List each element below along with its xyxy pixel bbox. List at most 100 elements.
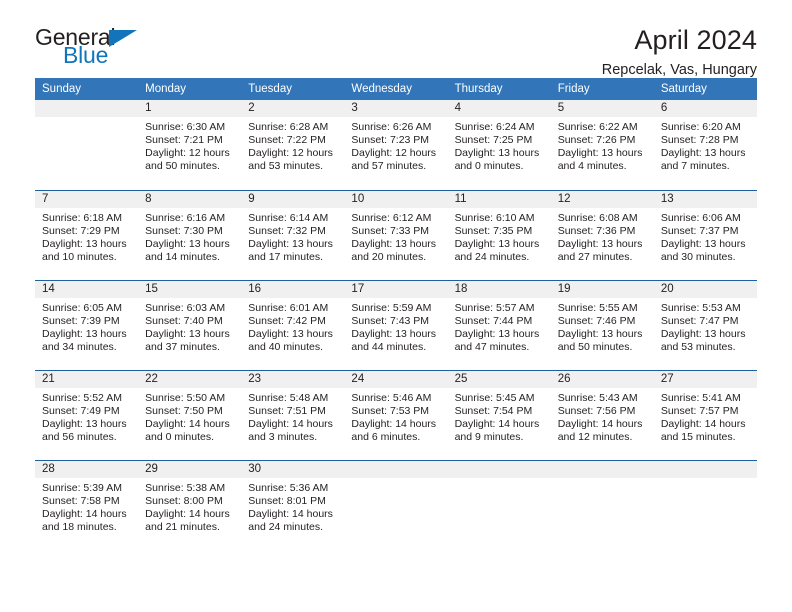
day-cell-inner: 20 Sunrise: 5:53 AM Sunset: 7:47 PM Dayligh… [653, 280, 757, 369]
day-details: Sunrise: 5:55 AM Sunset: 7:46 PM Daylight:… [551, 298, 654, 354]
sunrise-time: Sunrise: 6:30 AM [145, 121, 226, 133]
calendar-day-cell[interactable]: 1 Sunrise: 6:30 AM Sunset: 7:21 PM Daylight… [138, 100, 242, 190]
sunrise-time: Sunrise: 6:14 AM [248, 211, 329, 224]
day-cell-inner: 7 Sunrise: 6:18 AM Sunset: 7:29 PM Daylight… [35, 190, 139, 279]
daylight-duration-line1: Daylight: 14 hours [145, 417, 230, 430]
daylight-duration-line2: and 50 minutes. [557, 340, 633, 353]
calendar-day-cell[interactable]: 20 Sunrise: 5:53 AM Sunset: 7:47 PM Dayligh… [653, 279, 757, 370]
daylight-duration-line1: Daylight: 13 hours [660, 327, 746, 340]
calendar-day-cell[interactable]: 2 Sunrise: 6:28 AM Sunset: 7:22 PM Daylight… [241, 100, 345, 190]
day-number: 16 [241, 280, 345, 298]
calendar-day-cell[interactable]: 4 Sunrise: 6:24 AM Sunset: 7:25 PM Daylight… [447, 100, 551, 190]
sunset-time: Sunset: 7:42 PM [248, 314, 326, 327]
day-cell-inner: 25 Sunrise: 5:45 AM Sunset: 7:54 PM Dayligh… [447, 370, 551, 459]
calendar-day-cell[interactable]: 18 Sunrise: 5:57 AM Sunset: 7:44 PM Dayligh… [447, 279, 551, 370]
calendar-day-cell-empty [550, 459, 654, 550]
day-details [551, 478, 654, 482]
day-number: 11 [447, 190, 551, 208]
calendar-day-cell[interactable]: 24 Sunrise: 5:46 AM Sunset: 7:53 PM Dayligh… [344, 369, 448, 460]
sunrise-time: Sunrise: 5:45 AM [454, 391, 535, 404]
day-cell-inner: 19 Sunrise: 5:55 AM Sunset: 7:46 PM Dayligh… [550, 280, 654, 369]
calendar-day-cell[interactable]: 6 Sunrise: 6:20 AM Sunset: 7:28 PM Daylight… [653, 100, 757, 190]
day-cell-inner [344, 460, 448, 549]
sunrise-time: Sunrise: 6:16 AM [145, 211, 226, 224]
calendar-day-cell[interactable]: 16 Sunrise: 6:01 AM Sunset: 7:42 PM Dayligh… [241, 279, 345, 370]
calendar-page: General Blue April 2024 Repcelak, Vas, H… [0, 0, 792, 612]
daylight-duration-line2: and 37 minutes. [145, 340, 220, 353]
sunset-time: Sunset: 8:01 PM [248, 494, 326, 507]
calendar-day-cell[interactable]: 14 Sunrise: 6:05 AM Sunset: 7:39 PM Dayligh… [35, 279, 139, 370]
day-cell-inner: 13 Sunrise: 6:06 AM Sunset: 7:37 PM Dayligh… [653, 190, 757, 279]
day-cell-inner: 1 Sunrise: 6:30 AM Sunset: 7:21 PM Daylight… [138, 100, 242, 188]
calendar-day-cell[interactable]: 23 Sunrise: 5:48 AM Sunset: 7:51 PM Dayligh… [241, 369, 345, 460]
sunset-time: Sunset: 7:21 PM [145, 134, 223, 147]
day-details: Sunrise: 5:41 AM Sunset: 7:57 PM Daylight:… [654, 388, 757, 444]
page-subtitle: Repcelak, Vas, Hungary [601, 62, 757, 79]
calendar-day-cell[interactable]: 7 Sunrise: 6:18 AM Sunset: 7:29 PM Daylight… [35, 189, 139, 280]
calendar-day-cell[interactable]: 27 Sunrise: 5:41 AM Sunset: 7:57 PM Dayligh… [653, 369, 757, 460]
sunset-time: Sunset: 7:33 PM [351, 224, 430, 237]
daylight-duration-line2: and 14 minutes. [145, 250, 220, 263]
daylight-duration-line2: and 50 minutes. [145, 160, 220, 173]
sunrise-time: Sunrise: 6:20 AM [660, 121, 741, 133]
day-number: 27 [653, 370, 757, 388]
daylight-duration-line2: and 56 minutes. [42, 430, 117, 443]
calendar-week-row: 1 Sunrise: 6:30 AM Sunset: 7:21 PM Daylight… [35, 100, 757, 190]
daylight-duration-line1: Daylight: 13 hours [42, 417, 127, 430]
calendar-day-cell[interactable]: 5 Sunrise: 6:22 AM Sunset: 7:26 PM Daylight… [550, 100, 654, 190]
day-details: Sunrise: 5:59 AM Sunset: 7:43 PM Daylight:… [344, 298, 447, 354]
calendar-day-cell[interactable]: 12 Sunrise: 6:08 AM Sunset: 7:36 PM Dayligh… [550, 189, 654, 280]
sunset-time: Sunset: 7:43 PM [351, 314, 430, 327]
calendar-day-cell[interactable]: 3 Sunrise: 6:26 AM Sunset: 7:23 PM Daylight… [344, 100, 448, 190]
sunrise-time: Sunrise: 6:28 AM [248, 121, 329, 133]
daylight-duration-line2: and 27 minutes. [557, 250, 633, 263]
day-number: 4 [447, 100, 551, 117]
calendar-day-cell[interactable]: 25 Sunrise: 5:45 AM Sunset: 7:54 PM Dayligh… [447, 369, 551, 460]
daylight-duration-line1: Daylight: 13 hours [660, 147, 746, 160]
calendar-day-cell[interactable]: 10 Sunrise: 6:12 AM Sunset: 7:33 PM Dayligh… [344, 189, 448, 280]
calendar-day-cell[interactable]: 19 Sunrise: 5:55 AM Sunset: 7:46 PM Dayligh… [550, 279, 654, 370]
sunset-time: Sunset: 7:51 PM [248, 404, 326, 417]
general-blue-logo[interactable]: General Blue [35, 26, 150, 74]
sunrise-time: Sunrise: 5:48 AM [248, 391, 329, 404]
calendar-day-cell[interactable]: 17 Sunrise: 5:59 AM Sunset: 7:43 PM Dayligh… [344, 279, 448, 370]
day-cell-inner: 29 Sunrise: 5:38 AM Sunset: 8:00 PM Dayligh… [138, 460, 242, 549]
weekday-header-thursday: Thursday [447, 78, 551, 100]
daylight-duration-line2: and 53 minutes. [660, 340, 736, 353]
page-title: April 2024 [634, 25, 757, 55]
calendar-day-cell[interactable]: 13 Sunrise: 6:06 AM Sunset: 7:37 PM Dayligh… [653, 189, 757, 280]
calendar-day-cell[interactable]: 28 Sunrise: 5:39 AM Sunset: 7:58 PM Dayligh… [35, 459, 139, 550]
calendar-week-row: 21 Sunrise: 5:52 AM Sunset: 7:49 PM Dayligh… [35, 369, 757, 460]
day-number: 6 [653, 100, 757, 117]
day-number: 26 [550, 370, 654, 388]
calendar-day-cell[interactable]: 29 Sunrise: 5:38 AM Sunset: 8:00 PM Dayligh… [138, 459, 242, 550]
day-cell-inner: 14 Sunrise: 6:05 AM Sunset: 7:39 PM Dayligh… [35, 280, 139, 369]
daylight-duration-line1: Daylight: 13 hours [557, 147, 643, 160]
daylight-duration-line2: and 18 minutes. [42, 520, 117, 533]
calendar-day-cell[interactable]: 8 Sunrise: 6:16 AM Sunset: 7:30 PM Daylight… [138, 189, 242, 280]
daylight-duration-line2: and 24 minutes. [454, 250, 530, 263]
daylight-duration-line1: Daylight: 14 hours [248, 507, 333, 520]
day-number: 29 [138, 460, 242, 478]
daylight-duration-line1: Daylight: 13 hours [660, 237, 746, 250]
daylight-duration-line1: Daylight: 13 hours [454, 327, 540, 340]
calendar-day-cell-empty [447, 459, 551, 550]
day-number: 5 [550, 100, 654, 117]
sunrise-time: Sunrise: 5:36 AM [248, 481, 329, 494]
calendar-day-cell[interactable]: 9 Sunrise: 6:14 AM Sunset: 7:32 PM Daylight… [241, 189, 345, 280]
sunrise-time: Sunrise: 5:46 AM [351, 391, 432, 404]
calendar-day-cell[interactable]: 11 Sunrise: 6:10 AM Sunset: 7:35 PM Dayligh… [447, 189, 551, 280]
calendar-day-cell[interactable]: 22 Sunrise: 5:50 AM Sunset: 7:50 PM Dayligh… [138, 369, 242, 460]
day-cell-inner: 15 Sunrise: 6:03 AM Sunset: 7:40 PM Dayligh… [138, 280, 242, 369]
calendar-day-cell[interactable]: 15 Sunrise: 6:03 AM Sunset: 7:40 PM Dayligh… [138, 279, 242, 370]
daylight-duration-line2: and 53 minutes. [248, 160, 323, 173]
day-number [35, 100, 139, 117]
calendar-day-cell[interactable]: 26 Sunrise: 5:43 AM Sunset: 7:56 PM Dayligh… [550, 369, 654, 460]
daylight-duration-line2: and 17 minutes. [248, 250, 323, 263]
sunset-time: Sunset: 7:32 PM [248, 224, 326, 237]
calendar-day-cell[interactable]: 30 Sunrise: 5:36 AM Sunset: 8:01 PM Dayligh… [241, 459, 345, 550]
sunrise-time: Sunrise: 5:41 AM [660, 391, 741, 404]
calendar-day-cell[interactable]: 21 Sunrise: 5:52 AM Sunset: 7:49 PM Dayligh… [35, 369, 139, 460]
day-number [653, 460, 757, 478]
sunset-time: Sunset: 7:23 PM [351, 134, 430, 147]
